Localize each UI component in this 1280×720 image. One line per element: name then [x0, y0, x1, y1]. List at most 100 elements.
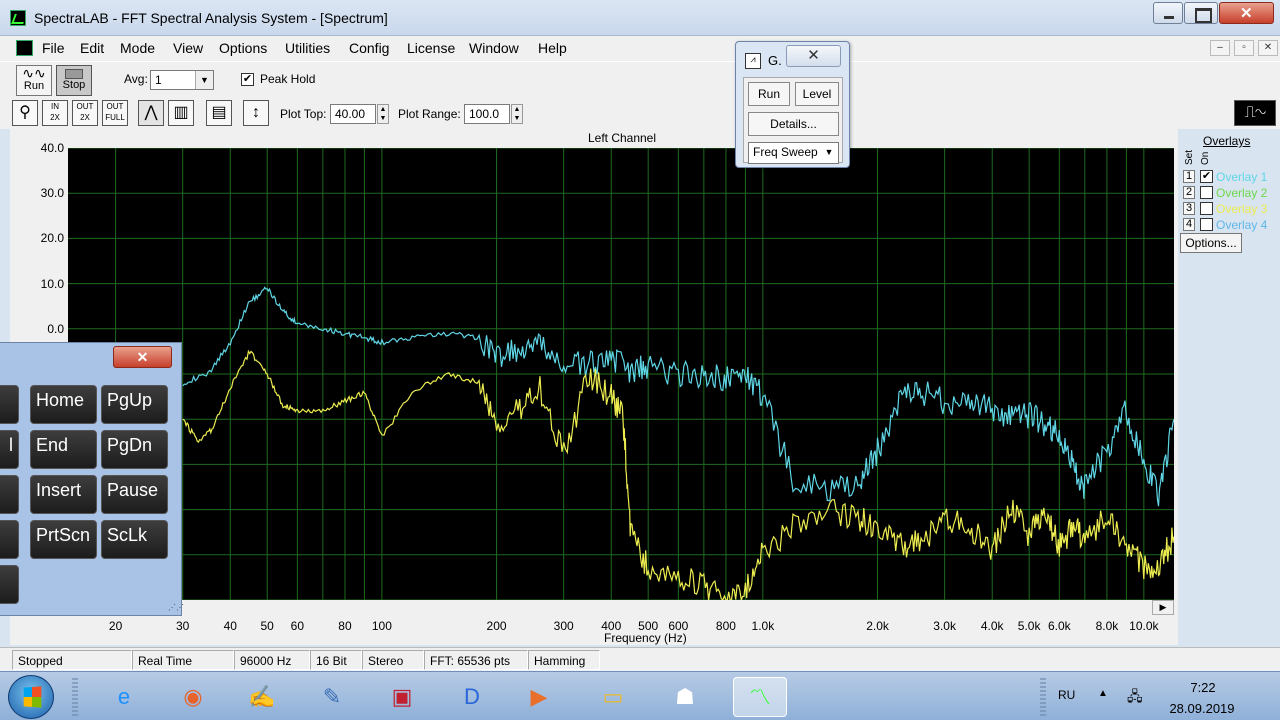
menu-license[interactable]: License	[407, 40, 455, 56]
chart-title: Left Channel	[587, 131, 657, 145]
overlays-options-button[interactable]: Options...	[1180, 233, 1242, 253]
line-plot-icon[interactable]: ⋀	[138, 100, 164, 126]
setup-tool-icon[interactable]: ✎	[311, 677, 353, 717]
zoom-out-2x-button[interactable]: OUT 2X	[72, 100, 98, 126]
run-button[interactable]: ∿∿ Run	[16, 65, 52, 96]
table-view-icon[interactable]: ▤	[206, 100, 232, 126]
plot-range-label: Plot Range:	[398, 107, 461, 121]
key-partial[interactable]	[0, 520, 19, 559]
tray-expand-icon[interactable]: ▲	[1098, 688, 1108, 699]
menu-options[interactable]: Options	[219, 40, 267, 56]
floppy-save-icon[interactable]: ▣	[381, 677, 423, 717]
scroll-right-button[interactable]: ▶	[1152, 600, 1174, 615]
media-player-icon[interactable]: D	[451, 677, 493, 717]
ie-icon[interactable]: e	[103, 677, 145, 717]
menu-config[interactable]: Config	[349, 40, 389, 56]
signature-app-icon[interactable]: ✍	[241, 677, 283, 717]
app-icon[interactable]	[10, 10, 26, 26]
y-tick-label: 30.0	[40, 186, 64, 201]
plot-top-input[interactable]: 40.00	[330, 104, 376, 124]
magnifier-icon[interactable]: ⚲	[12, 100, 38, 126]
generator-run-button[interactable]: Run	[748, 82, 790, 106]
start-button[interactable]	[8, 675, 54, 719]
overlay-set-button[interactable]: 1	[1183, 170, 1195, 183]
maximize-button[interactable]	[1184, 2, 1218, 24]
generator-close-button[interactable]: ✕	[786, 45, 841, 67]
generator-mode-value: Freq Sweep	[753, 145, 818, 159]
generator-title: G.	[768, 53, 782, 68]
peak-hold-label: Peak Hold	[260, 72, 316, 86]
key-end[interactable]: End	[30, 430, 97, 469]
status-state: Stopped	[12, 650, 132, 670]
peak-hold-checkbox[interactable]: ✔	[241, 73, 254, 86]
x-axis-label: Frequency (Hz)	[604, 631, 687, 645]
vertical-scale-icon[interactable]: ↕	[243, 100, 269, 126]
taskbar-grip	[72, 678, 78, 716]
key-pgdn[interactable]: PgDn	[101, 430, 168, 469]
close-button[interactable]	[1219, 2, 1274, 24]
plot-range-input[interactable]: 100.0	[464, 104, 510, 124]
plot-range-spinner[interactable]: ▲ ▼	[511, 104, 523, 124]
menu-mode[interactable]: Mode	[120, 40, 155, 56]
mdi-restore-button[interactable]: ▫	[1234, 40, 1254, 56]
overlay-set-button[interactable]: 2	[1183, 186, 1195, 199]
menu-file[interactable]: File	[42, 40, 65, 56]
overlay-on-checkbox[interactable]	[1200, 202, 1213, 215]
bar-plot-icon[interactable]: ▥	[168, 100, 194, 126]
zoom-in-2x-button[interactable]: IN 2X	[42, 100, 68, 126]
firefox-icon[interactable]: ◉	[172, 677, 214, 717]
overlay-on-checkbox[interactable]: ✔	[1200, 170, 1213, 183]
status-window: Hamming	[528, 650, 600, 670]
windows-logo-icon	[23, 686, 42, 708]
menu-help[interactable]: Help	[538, 40, 567, 56]
generator-window[interactable]: ⩘ G. ✕ Run Level Details... Freq Sweep ▼	[735, 41, 850, 168]
key-partial[interactable]	[0, 385, 19, 424]
key-home[interactable]: Home	[30, 385, 97, 424]
generator-level-button[interactable]: Level	[795, 82, 839, 106]
signal-mode-icon[interactable]: ⎍∿	[1234, 100, 1276, 126]
language-indicator[interactable]: RU	[1058, 688, 1075, 702]
network-icon[interactable]: 🖧	[1127, 686, 1145, 704]
menu-window[interactable]: Window	[469, 40, 519, 56]
mdi-close-button[interactable]: ✕	[1258, 40, 1278, 56]
overlay-on-checkbox[interactable]	[1200, 186, 1213, 199]
window-title: SpectraLAB - FFT Spectral Analysis Syste…	[34, 10, 388, 26]
generator-details-button[interactable]: Details...	[748, 112, 839, 136]
x-tick-label: 1.0k	[751, 619, 775, 633]
minimize-button[interactable]	[1153, 2, 1183, 24]
overlay-set-button[interactable]: 3	[1183, 202, 1195, 215]
key-insert[interactable]: Insert	[30, 475, 97, 514]
run-label: Run	[23, 80, 45, 92]
key-pause[interactable]: Pause	[101, 475, 168, 514]
clock-date[interactable]: 28.09.2019	[1162, 701, 1242, 716]
menu-utilities[interactable]: Utilities	[285, 40, 330, 56]
avg-value: 1	[155, 73, 162, 87]
menu-view[interactable]: View	[173, 40, 203, 56]
avg-select[interactable]: 1 ▼	[150, 70, 214, 90]
folder-icon[interactable]: ▭	[592, 677, 634, 717]
clock-time[interactable]: 7:22	[1168, 680, 1238, 695]
key-pgup[interactable]: PgUp	[101, 385, 168, 424]
key-partial[interactable]	[0, 565, 19, 604]
spectrum-plot[interactable]	[68, 148, 1174, 600]
plot-top-spinner[interactable]: ▲ ▼	[377, 104, 389, 124]
mdi-minimize-button[interactable]: –	[1210, 40, 1230, 56]
key-partial[interactable]	[0, 475, 19, 514]
video-player-icon[interactable]: ▶	[518, 677, 560, 717]
resize-grip-icon[interactable]: ⋰⋰	[168, 603, 184, 615]
zoom-out-full-button[interactable]: OUT FULL	[102, 100, 128, 126]
status-channels: Stereo	[362, 650, 424, 670]
overlay-on-checkbox[interactable]	[1200, 218, 1213, 231]
key-l[interactable]: l	[0, 430, 19, 469]
key-sclk[interactable]: ScLk	[101, 520, 168, 559]
menu-edit[interactable]: Edit	[80, 40, 104, 56]
spectralab-icon[interactable]: 〽	[733, 677, 787, 717]
key-prtscn[interactable]: PrtScn	[30, 520, 97, 559]
keyboard-close-button[interactable]: ✕	[113, 346, 172, 368]
document-icon[interactable]	[16, 40, 33, 56]
alien-app-icon[interactable]: ☗	[664, 677, 706, 717]
stop-icon	[65, 69, 83, 79]
overlay-set-button[interactable]: 4	[1183, 218, 1195, 231]
stop-button[interactable]: Stop	[56, 65, 92, 96]
generator-mode-select[interactable]: Freq Sweep ▼	[748, 142, 839, 164]
